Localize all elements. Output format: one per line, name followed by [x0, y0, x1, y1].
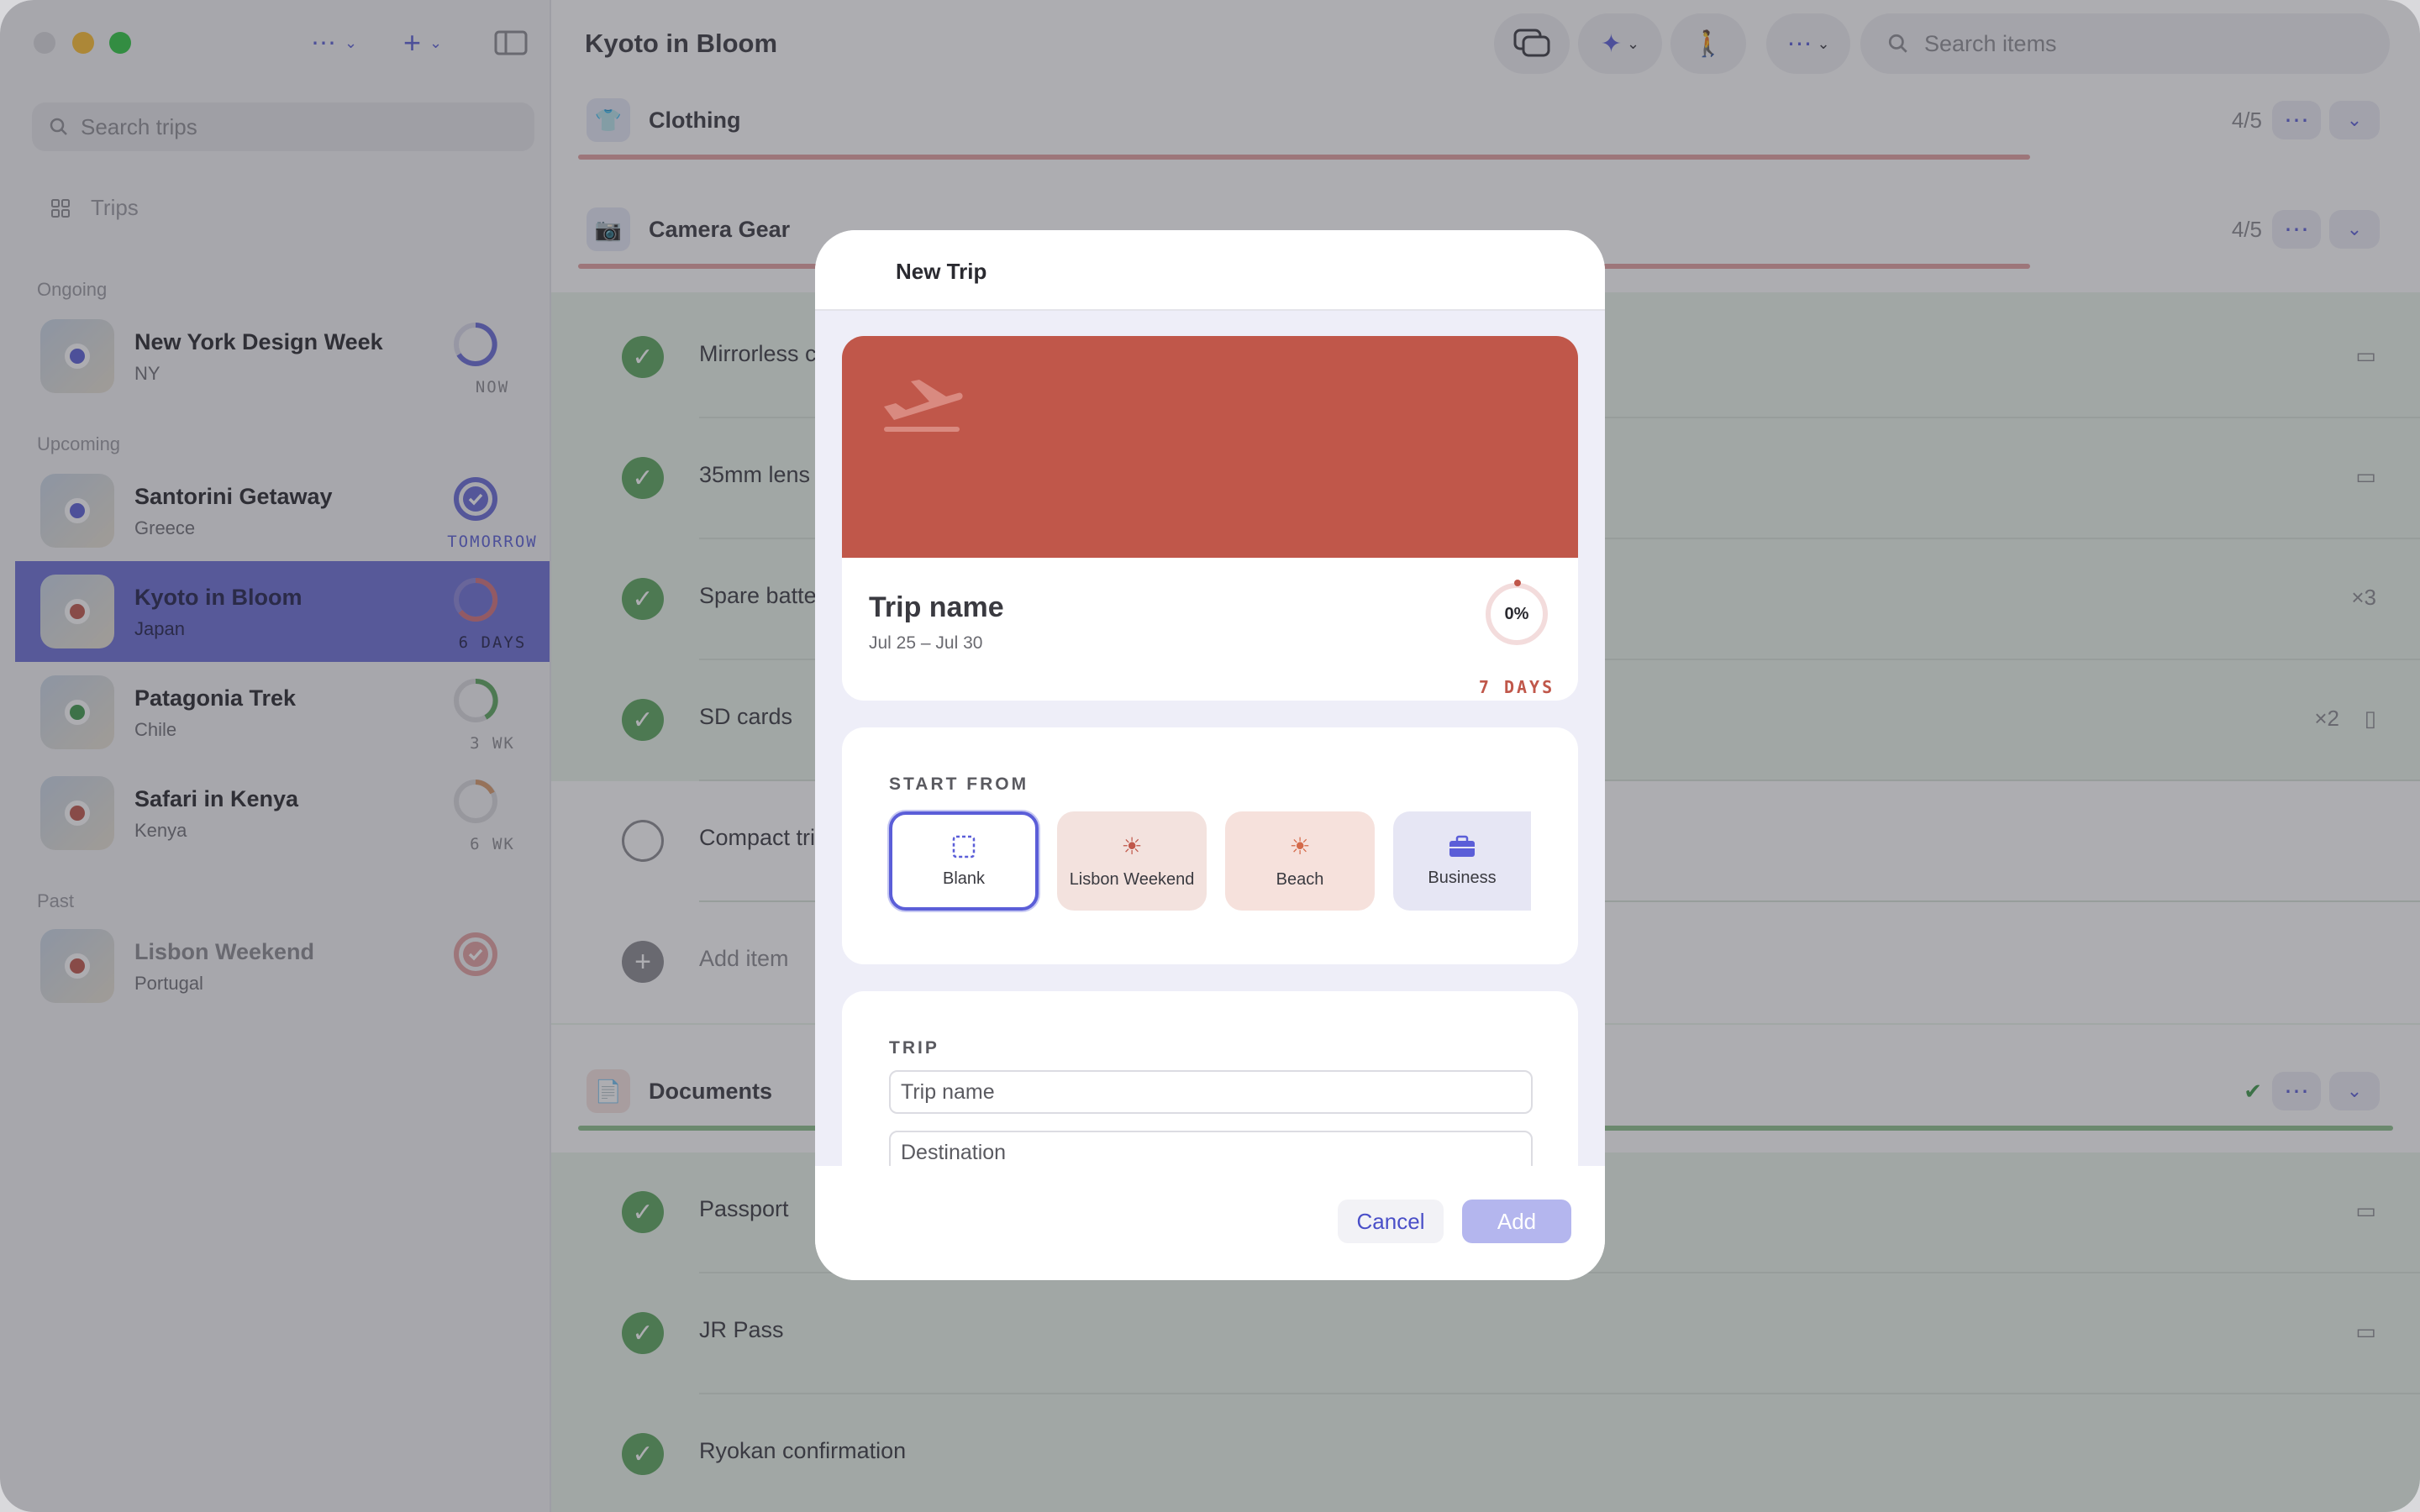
template-label: Blank [942, 869, 986, 888]
dialog-title: New Trip [896, 259, 987, 284]
cancel-button[interactable]: Cancel [1338, 1200, 1444, 1243]
briefcase-icon [1449, 835, 1475, 857]
preview-countdown: 7 DAYS [1478, 677, 1555, 697]
trip-name-input[interactable] [889, 1070, 1533, 1114]
destination-input[interactable] [889, 1131, 1533, 1166]
sun-icon: ☀ [1121, 833, 1143, 859]
new-trip-dialog: New Trip Trip name Jul 25 – Jul 30 0% 7 … [815, 230, 1605, 1280]
preview-trip-dates: Jul 25 – Jul 30 [869, 633, 983, 653]
template-lisbon-weekend[interactable]: ☀ Lisbon Weekend [1057, 811, 1207, 911]
trip-section-label: TRIP [889, 1038, 939, 1058]
template-label: Business [1428, 868, 1497, 887]
template-blank[interactable]: Blank [889, 811, 1039, 911]
template-beach[interactable]: ☀ Beach [1225, 811, 1375, 911]
start-from-label: START FROM [889, 774, 1029, 794]
progress-ring-icon: 0% [1486, 583, 1548, 645]
template-business[interactable]: Business [1393, 811, 1531, 911]
app-window: ⋯ ⌄ + ⌄ Search trips Trips Ongoing New Yor… [0, 0, 2420, 1512]
add-button[interactable]: Add [1462, 1200, 1571, 1243]
template-label: Lisbon Weekend [1069, 870, 1195, 889]
sun-icon: ☀ [1289, 833, 1311, 859]
dialog-footer: Cancel Add [815, 1166, 1605, 1280]
trip-preview-card: Trip name Jul 25 – Jul 30 0% 7 DAYS [842, 336, 1578, 701]
trip-form-section: TRIP [842, 991, 1578, 1166]
trip-banner [842, 336, 1578, 558]
start-from-section: START FROM Blank ☀ Lisbon Weekend ☀ Beac… [842, 727, 1578, 964]
dialog-header: New Trip [815, 230, 1605, 311]
dashed-square-icon [952, 835, 976, 858]
preview-trip-name: Trip name [869, 591, 1004, 623]
progress-percent: 0% [1504, 604, 1529, 623]
progress-marker [1514, 580, 1521, 586]
template-label: Beach [1276, 870, 1324, 889]
airplane-takeoff-icon [884, 380, 963, 432]
dialog-body[interactable]: Trip name Jul 25 – Jul 30 0% 7 DAYS STAR… [815, 311, 1605, 1166]
